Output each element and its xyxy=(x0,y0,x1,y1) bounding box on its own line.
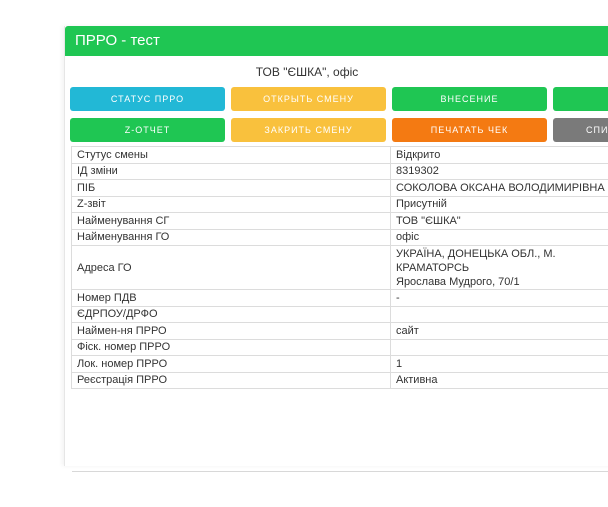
address-line-2: Ярослава Мудрого, 70/1 xyxy=(396,276,520,288)
row-key: Номер ПДВ xyxy=(71,289,391,307)
list-button[interactable]: СПИС xyxy=(553,118,608,142)
button-row-1: СТАТУС ПРРО ОТКРЫТЬ СМЕНУ ВНЕСЕНИЕ xyxy=(65,87,608,112)
row-key: Фіск. номер ПРРО xyxy=(71,338,391,356)
z-report-button[interactable]: Z-ОТЧЕТ xyxy=(70,118,225,142)
close-shift-button[interactable]: ЗАКРИТЬ СМЕНУ xyxy=(231,118,386,142)
row-key: Z-звіт xyxy=(71,195,391,213)
table-row: Стутус смены Відкрито xyxy=(71,146,608,164)
table-row: ІД зміни 8319302 xyxy=(71,162,608,180)
table-row: Лок. номер ПРРО 1 xyxy=(71,355,608,373)
row-key: Адреса ГО xyxy=(71,245,391,290)
table-row: Найменування ГО офіс xyxy=(71,228,608,246)
row-key: Стутус смены xyxy=(71,146,391,164)
row-key: ІД зміни xyxy=(71,162,391,180)
row-key: Лок. номер ПРРО xyxy=(71,355,391,373)
prro-info-table: Стутус смены Відкрито ІД зміни 8319302 П… xyxy=(71,146,608,389)
row-key: ЄДРПОУ/ДРФО xyxy=(71,305,391,323)
deposit-button[interactable]: ВНЕСЕНИЕ xyxy=(392,87,547,111)
row-value xyxy=(390,305,608,323)
table-row: Номер ПДВ - xyxy=(71,289,608,307)
table-row: Фіск. номер ПРРО xyxy=(71,338,608,356)
company-name: ТОВ "ЄШКА", офіс xyxy=(255,65,359,79)
row-value: ТОВ "ЄШКА" xyxy=(390,212,608,230)
row-key: ПІБ xyxy=(71,179,391,197)
row-key: Найменування СГ xyxy=(71,212,391,230)
row-value: 8319302 xyxy=(390,162,608,180)
bottom-divider xyxy=(72,471,608,472)
table-row: ПІБ СОКОЛОВА ОКСАНА ВОЛОДИМИРІВНА xyxy=(71,179,608,197)
panel-title: ПРРО - тест xyxy=(75,32,160,49)
row-value: - xyxy=(390,289,608,307)
row-key: Реєстрація ПРРО xyxy=(71,371,391,389)
table-row: ЄДРПОУ/ДРФО xyxy=(71,305,608,323)
table-row: Наймен-ня ПРРО сайт xyxy=(71,322,608,340)
print-receipt-button[interactable]: ПЕЧАТАТЬ ЧЕК xyxy=(392,118,547,142)
row-value: 1 xyxy=(390,355,608,373)
row1-extra-button[interactable] xyxy=(553,87,608,111)
address-line-1: УКРАЇНА, ДОНЕЦЬКА ОБЛ., М. КРАМАТОРСЬ xyxy=(396,248,556,274)
row-value: сайт xyxy=(390,322,608,340)
status-prro-button[interactable]: СТАТУС ПРРО xyxy=(70,87,225,111)
row-value: УКРАЇНА, ДОНЕЦЬКА ОБЛ., М. КРАМАТОРСЬ Яро… xyxy=(390,245,608,290)
row-key: Наймен-ня ПРРО xyxy=(71,322,391,340)
panel-header: ПРРО - тест xyxy=(65,26,608,56)
row-value xyxy=(390,338,608,356)
prro-panel: ПРРО - тест ТОВ "ЄШКА", офіс СТАТУС ПРРО… xyxy=(64,26,608,466)
open-shift-button[interactable]: ОТКРЫТЬ СМЕНУ xyxy=(231,87,386,111)
table-row: Адреса ГО УКРАЇНА, ДОНЕЦЬКА ОБЛ., М. КРА… xyxy=(71,245,608,290)
row-value: Відкрито xyxy=(390,146,608,164)
row-value: СОКОЛОВА ОКСАНА ВОЛОДИМИРІВНА xyxy=(390,179,608,197)
button-row-2: Z-ОТЧЕТ ЗАКРИТЬ СМЕНУ ПЕЧАТАТЬ ЧЕК СПИС xyxy=(65,118,608,143)
table-row: Z-звіт Присутній xyxy=(71,195,608,213)
table-row: Найменування СГ ТОВ "ЄШКА" xyxy=(71,212,608,230)
row-key: Найменування ГО xyxy=(71,228,391,246)
row-value: Присутній xyxy=(390,195,608,213)
row-value: офіс xyxy=(390,228,608,246)
row-value: Активна xyxy=(390,371,608,389)
table-row: Реєстрація ПРРО Активна xyxy=(71,371,608,389)
